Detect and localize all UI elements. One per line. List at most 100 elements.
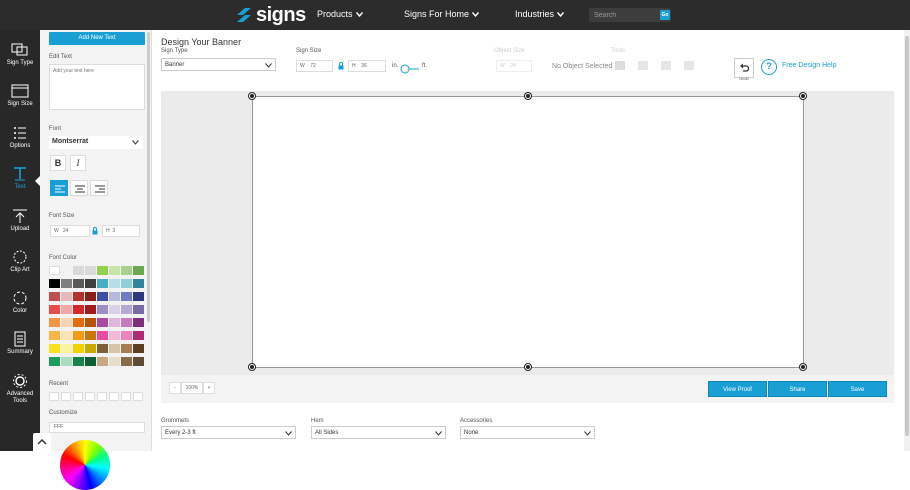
undo-button[interactable]: Undo bbox=[734, 58, 754, 81]
align-center-button[interactable] bbox=[70, 180, 88, 196]
sign-height-field[interactable]: H 36 bbox=[348, 60, 386, 72]
brand-logo[interactable]: signs bbox=[234, 4, 306, 26]
resize-handle-bottom[interactable] bbox=[525, 364, 531, 370]
resize-handle-top[interactable] bbox=[525, 93, 531, 99]
bold-button[interactable]: B bbox=[50, 155, 66, 171]
resize-handle-bottom-right[interactable] bbox=[800, 364, 806, 370]
color-swatch[interactable] bbox=[109, 266, 120, 275]
recent-color-slot[interactable] bbox=[121, 392, 131, 401]
color-swatch[interactable] bbox=[109, 344, 120, 353]
view-proof-button[interactable]: View Proof bbox=[708, 381, 767, 397]
free-design-help-link[interactable]: Free Design Help bbox=[782, 62, 836, 69]
object-width-field[interactable]: W 24 bbox=[496, 60, 532, 72]
color-swatch[interactable] bbox=[85, 344, 96, 353]
share-button[interactable]: Share bbox=[768, 381, 827, 397]
color-swatch[interactable] bbox=[133, 305, 144, 314]
sidebar-item-sign-size[interactable]: Sign Size bbox=[0, 83, 40, 123]
color-swatch[interactable] bbox=[97, 357, 108, 366]
save-button[interactable]: Save bbox=[828, 381, 887, 397]
page-scrollbar[interactable] bbox=[904, 30, 910, 451]
color-swatch[interactable] bbox=[73, 305, 84, 314]
color-swatch[interactable] bbox=[133, 266, 144, 275]
color-swatch[interactable] bbox=[85, 292, 96, 301]
color-swatch[interactable] bbox=[121, 344, 132, 353]
color-swatch[interactable] bbox=[49, 357, 60, 366]
color-swatch[interactable] bbox=[121, 318, 132, 327]
color-swatch[interactable] bbox=[121, 305, 132, 314]
recent-color-slot[interactable] bbox=[109, 392, 119, 401]
grommets-select[interactable]: Every 2-3 ft bbox=[161, 426, 296, 439]
font-width-field[interactable]: W 24 bbox=[50, 225, 90, 237]
color-swatch[interactable] bbox=[109, 305, 120, 314]
search-go-button[interactable]: Go bbox=[660, 10, 670, 20]
color-swatch[interactable] bbox=[97, 331, 108, 340]
nav-signs-for-home[interactable]: Signs For Home bbox=[404, 9, 480, 19]
font-height-field[interactable]: H 3 bbox=[102, 225, 140, 237]
color-swatch[interactable] bbox=[133, 279, 144, 288]
color-swatch[interactable] bbox=[85, 305, 96, 314]
color-swatch[interactable] bbox=[121, 357, 132, 366]
add-new-text-button[interactable]: Add New Text bbox=[49, 32, 145, 45]
resize-handle-bottom-left[interactable] bbox=[249, 364, 255, 370]
nav-industries[interactable]: Industries bbox=[515, 9, 565, 19]
color-swatch[interactable] bbox=[109, 357, 120, 366]
tool-3-icon[interactable] bbox=[661, 61, 671, 70]
tool-2-icon[interactable] bbox=[638, 61, 648, 70]
recent-color-slot[interactable] bbox=[49, 392, 59, 401]
resize-handle-top-left[interactable] bbox=[249, 93, 255, 99]
lock-icon[interactable] bbox=[338, 62, 344, 70]
color-swatch[interactable] bbox=[61, 266, 72, 275]
recent-color-slot[interactable] bbox=[73, 392, 83, 401]
color-swatch[interactable] bbox=[121, 266, 132, 275]
panel-scrollbar[interactable] bbox=[147, 32, 150, 322]
sidebar-item-summary[interactable]: Summary bbox=[0, 331, 40, 371]
color-swatch[interactable] bbox=[49, 344, 60, 353]
sidebar-item-sign-type[interactable]: Sign Type bbox=[0, 42, 40, 82]
color-swatch[interactable] bbox=[109, 318, 120, 327]
hem-select[interactable]: All Sides bbox=[311, 426, 446, 439]
color-swatch[interactable] bbox=[133, 292, 144, 301]
color-swatch[interactable] bbox=[73, 357, 84, 366]
sidebar-item-clip-art[interactable]: Clip Art bbox=[0, 249, 40, 289]
color-swatch[interactable] bbox=[61, 305, 72, 314]
color-swatch[interactable] bbox=[97, 318, 108, 327]
resize-handle-top-right[interactable] bbox=[800, 93, 806, 99]
sidebar-item-color[interactable]: Color bbox=[0, 290, 40, 330]
color-swatch[interactable] bbox=[61, 331, 72, 340]
zoom-out-button[interactable]: - bbox=[169, 382, 181, 394]
color-swatch[interactable] bbox=[73, 279, 84, 288]
recent-color-slot[interactable] bbox=[61, 392, 71, 401]
color-swatch[interactable] bbox=[109, 292, 120, 301]
align-right-button[interactable] bbox=[90, 180, 108, 196]
color-swatch[interactable] bbox=[133, 344, 144, 353]
unit-toggle[interactable] bbox=[400, 61, 419, 74]
color-swatch[interactable] bbox=[133, 318, 144, 327]
accessories-select[interactable]: None bbox=[460, 426, 595, 439]
color-swatch[interactable] bbox=[49, 266, 60, 275]
color-picker-wheel[interactable] bbox=[60, 440, 110, 490]
color-swatch[interactable] bbox=[49, 279, 60, 288]
color-swatch[interactable] bbox=[121, 279, 132, 288]
recent-color-slot[interactable] bbox=[97, 392, 107, 401]
color-swatch[interactable] bbox=[97, 344, 108, 353]
sidebar-item-text[interactable]: Text bbox=[0, 166, 40, 206]
sidebar-item-upload[interactable]: Upload bbox=[0, 208, 40, 248]
color-swatch[interactable] bbox=[97, 266, 108, 275]
sidebar-item-advanced-tools[interactable]: Advanced Tools bbox=[0, 373, 40, 413]
color-swatch[interactable] bbox=[73, 292, 84, 301]
color-swatch[interactable] bbox=[97, 305, 108, 314]
collapse-panel-button[interactable] bbox=[33, 433, 51, 451]
recent-color-slot[interactable] bbox=[85, 392, 95, 401]
color-swatch[interactable] bbox=[49, 292, 60, 301]
search-input[interactable] bbox=[594, 9, 656, 21]
color-swatch[interactable] bbox=[49, 331, 60, 340]
color-swatch[interactable] bbox=[61, 344, 72, 353]
italic-button[interactable]: I bbox=[70, 155, 86, 171]
color-swatch[interactable] bbox=[85, 279, 96, 288]
color-swatch[interactable] bbox=[109, 331, 120, 340]
edit-text-field[interactable] bbox=[49, 64, 145, 110]
color-swatch[interactable] bbox=[85, 266, 96, 275]
color-swatch[interactable] bbox=[121, 292, 132, 301]
color-swatch[interactable] bbox=[73, 344, 84, 353]
color-swatch[interactable] bbox=[73, 318, 84, 327]
